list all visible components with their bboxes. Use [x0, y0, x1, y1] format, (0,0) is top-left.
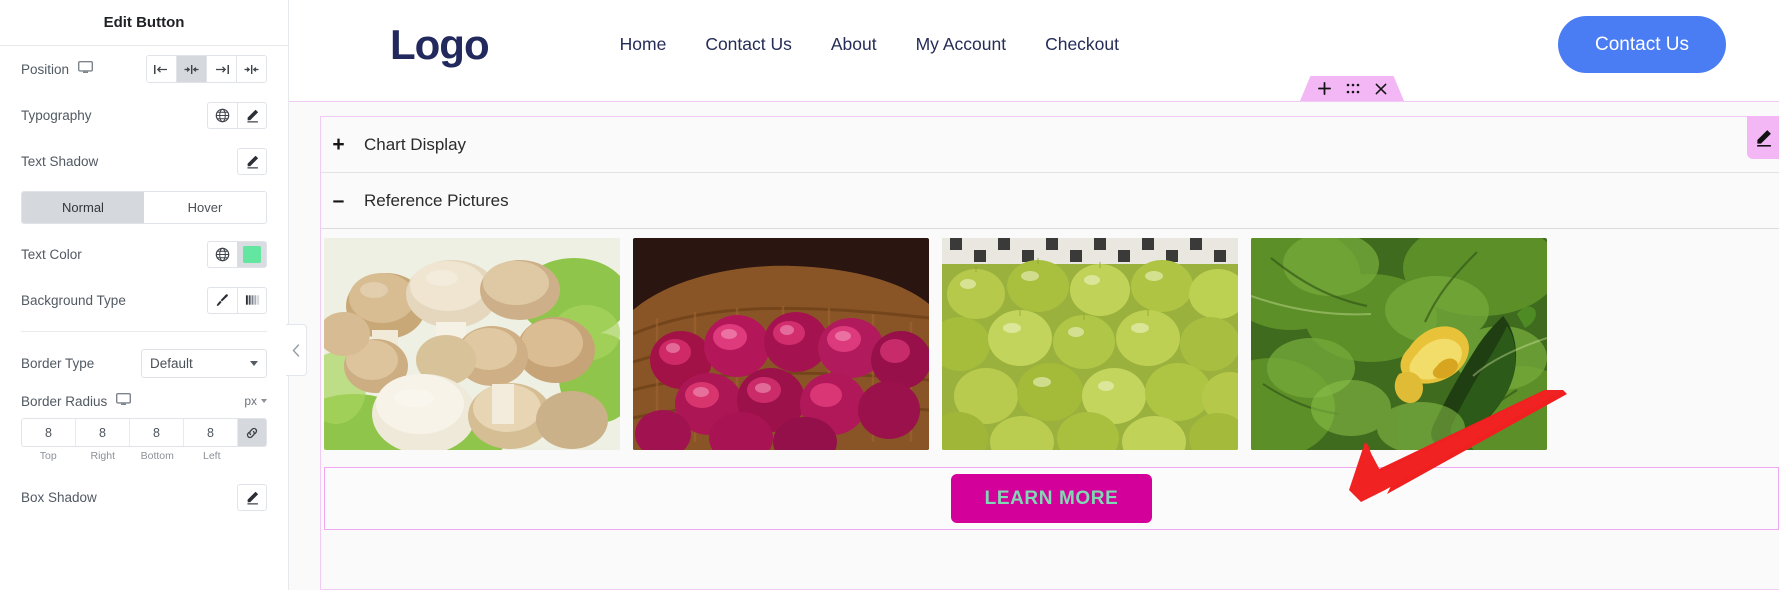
- border-radius-right-input[interactable]: 8: [76, 419, 130, 446]
- chevron-down-icon: [250, 360, 258, 366]
- red-onions-photo[interactable]: [633, 238, 929, 450]
- control-row-border-type: Border Type Default: [0, 340, 288, 386]
- border-radius-fields: 8 8 8 8: [21, 418, 267, 447]
- plus-icon[interactable]: [1317, 82, 1331, 95]
- main-nav: Home Contact Us About My Account Checkou…: [620, 34, 1119, 55]
- pencil-icon: [1756, 130, 1771, 147]
- accordion-label-reference-pictures: Reference Pictures: [364, 190, 509, 210]
- text-shadow-label: Text Shadow: [21, 153, 99, 169]
- accordion-label-chart-display: Chart Display: [364, 134, 467, 154]
- border-radius-inputs: 8 8 8 8 Top Right Bottom Left: [21, 418, 267, 462]
- nav-item-home[interactable]: Home: [620, 34, 667, 55]
- brush-icon[interactable]: [207, 286, 237, 314]
- pencil-icon[interactable]: [237, 101, 267, 129]
- pencil-icon[interactable]: [237, 483, 267, 511]
- label-spacer: [239, 450, 267, 462]
- panel-collapse-handle[interactable]: [286, 324, 307, 376]
- panel-title: Edit Button: [0, 0, 288, 46]
- border-radius-left-input[interactable]: 8: [184, 419, 238, 446]
- text-color-controls: [207, 240, 267, 268]
- typography-label: Typography: [21, 107, 92, 123]
- box-shadow-controls: [237, 483, 267, 511]
- accordion-chart-display[interactable]: + Chart Display: [321, 117, 1779, 173]
- cta-widget-band: LEARN MORE: [324, 467, 1779, 530]
- background-type-label: Background Type: [21, 292, 126, 308]
- link-icon[interactable]: [238, 419, 266, 446]
- header-contact-us-button[interactable]: Contact Us: [1558, 16, 1726, 73]
- learn-more-button[interactable]: LEARN MORE: [950, 474, 1153, 523]
- accordion-reference-pictures[interactable]: – Reference Pictures: [321, 173, 1779, 229]
- control-row-position: Position: [0, 46, 288, 92]
- preview-canvas: Logo Home Contact Us About My Account Ch…: [289, 0, 1779, 590]
- site-logo[interactable]: Logo: [390, 23, 490, 66]
- label-bottom: Bottom: [140, 450, 174, 462]
- control-row-box-shadow: Box Shadow: [0, 474, 288, 520]
- nav-item-my-account[interactable]: My Account: [916, 34, 1006, 55]
- position-alignment-group[interactable]: [146, 55, 267, 83]
- editor-section: + Chart Display – Reference Pictures LEA…: [289, 101, 1779, 590]
- section-divider: [21, 331, 267, 332]
- section-inner: + Chart Display – Reference Pictures LEA…: [320, 116, 1779, 590]
- control-row-text-color: Text Color: [0, 231, 288, 277]
- monitor-icon[interactable]: [116, 392, 132, 409]
- gradient-icon[interactable]: [237, 286, 267, 314]
- align-end-button[interactable]: [207, 56, 237, 82]
- box-shadow-label: Box Shadow: [21, 489, 97, 505]
- align-justify-button[interactable]: [237, 56, 266, 82]
- site-header: Logo Home Contact Us About My Account Ch…: [289, 0, 1779, 89]
- plus-icon: +: [332, 133, 345, 156]
- nav-item-checkout[interactable]: Checkout: [1045, 34, 1119, 55]
- label-left: Left: [202, 450, 221, 462]
- chevron-down-icon: [261, 399, 267, 403]
- nav-item-contact-us[interactable]: Contact Us: [705, 34, 792, 55]
- pencil-icon[interactable]: [237, 147, 267, 175]
- tab-hover[interactable]: Hover: [144, 192, 266, 223]
- grid-dots-icon[interactable]: [1346, 83, 1360, 94]
- zucchini-photo[interactable]: [1251, 238, 1547, 450]
- close-icon[interactable]: [1375, 83, 1387, 95]
- control-row-background-type: Background Type: [0, 277, 288, 323]
- section-edit-badge[interactable]: [1747, 116, 1779, 159]
- border-radius-top-input[interactable]: 8: [22, 419, 76, 446]
- position-label-group: Position: [21, 60, 94, 77]
- border-radius-unit-select[interactable]: px: [244, 394, 267, 408]
- control-row-text-shadow: Text Shadow: [0, 138, 288, 184]
- border-type-select[interactable]: Default: [141, 348, 267, 378]
- nav-item-about[interactable]: About: [831, 34, 877, 55]
- control-row-typography: Typography: [0, 92, 288, 138]
- border-radius-bottom-input[interactable]: 8: [130, 419, 184, 446]
- green-olives-photo[interactable]: [942, 238, 1238, 450]
- border-radius-label-group: Border Radius: [21, 392, 132, 409]
- align-center-button[interactable]: [177, 56, 207, 82]
- label-right: Right: [90, 450, 115, 462]
- text-color-swatch[interactable]: [237, 240, 267, 268]
- background-type-controls: [207, 286, 267, 314]
- label-top: Top: [39, 450, 57, 462]
- text-color-label: Text Color: [21, 246, 82, 262]
- border-type-label: Border Type: [21, 355, 95, 371]
- typography-controls: [207, 101, 267, 129]
- reference-pictures-row: [321, 229, 1779, 450]
- tab-normal[interactable]: Normal: [22, 192, 144, 223]
- position-label: Position: [21, 61, 70, 77]
- minus-icon: –: [332, 189, 345, 212]
- border-type-value: Default: [150, 355, 193, 371]
- control-row-border-radius: Border Radius px: [0, 386, 288, 416]
- border-radius-label: Border Radius: [21, 393, 108, 409]
- section-toolbar[interactable]: [1300, 76, 1404, 101]
- align-start-button[interactable]: [147, 56, 177, 82]
- mushrooms-photo[interactable]: [324, 238, 620, 450]
- globe-icon[interactable]: [207, 101, 237, 129]
- monitor-icon[interactable]: [78, 60, 94, 77]
- state-tabs[interactable]: Normal Hover: [21, 191, 267, 224]
- border-radius-unit: px: [244, 394, 257, 408]
- edit-panel-sidebar: Edit Button Position Typography Text Sha…: [0, 0, 289, 590]
- globe-icon[interactable]: [207, 240, 237, 268]
- elementor-editor-screen: Edit Button Position Typography Text Sha…: [0, 0, 1779, 590]
- border-radius-side-labels: Top Right Bottom Left: [21, 450, 267, 462]
- text-shadow-controls: [237, 147, 267, 175]
